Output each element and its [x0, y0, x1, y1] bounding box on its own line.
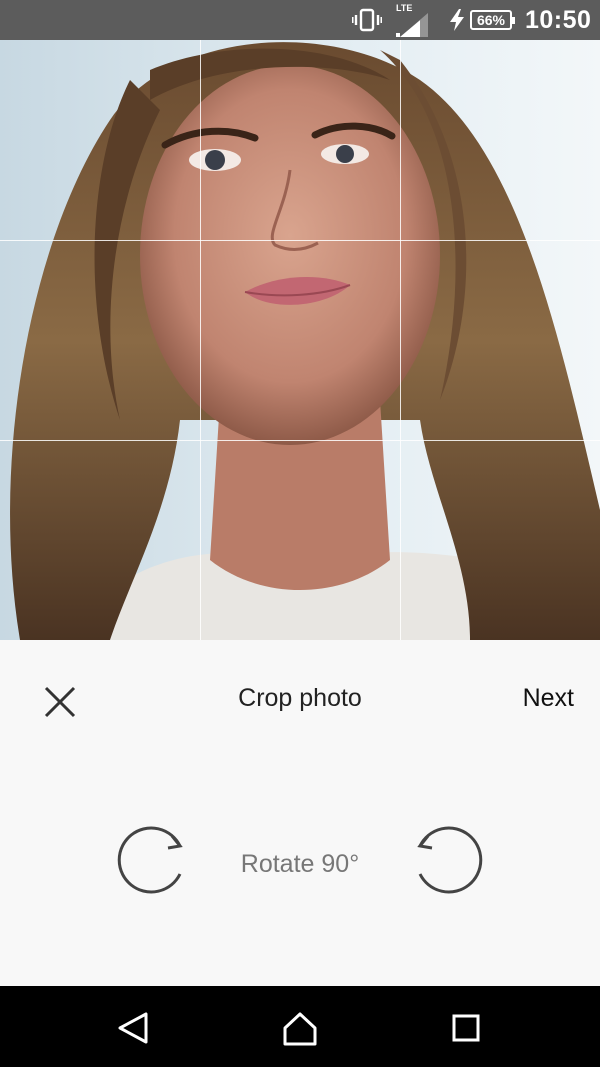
- crop-grid-line: [0, 240, 600, 241]
- home-icon: [283, 1012, 317, 1046]
- page-title: Crop photo: [238, 684, 362, 712]
- crop-photo-canvas[interactable]: [0, 40, 600, 640]
- home-button[interactable]: [280, 1008, 320, 1048]
- rotate-counterclockwise-button[interactable]: [412, 824, 484, 896]
- photo-image: [0, 40, 600, 640]
- rotate-controls: Rotate 90°: [0, 764, 600, 986]
- charging-icon: [450, 0, 464, 40]
- recents-button[interactable]: [446, 1008, 486, 1048]
- crop-grid-line: [200, 40, 201, 640]
- status-bar: LTE 66% 10:50: [0, 0, 600, 40]
- next-button[interactable]: Next: [523, 684, 574, 713]
- signal-icon: LTE: [396, 0, 428, 40]
- recents-icon: [452, 1014, 480, 1042]
- back-icon: [118, 1012, 148, 1044]
- clock: 10:50: [525, 5, 592, 34]
- rotate-label: Rotate 90°: [240, 850, 360, 878]
- crop-toolbar: Crop photo Next: [0, 640, 600, 764]
- back-button[interactable]: [114, 1008, 154, 1048]
- battery-icon: 66%: [470, 0, 515, 40]
- battery-percent: 66%: [470, 10, 515, 30]
- crop-grid-line: [0, 440, 600, 441]
- vibrate-icon: [352, 0, 382, 40]
- navigation-bar: [0, 986, 600, 1067]
- network-type: LTE: [396, 2, 413, 13]
- crop-grid-line: [400, 40, 401, 640]
- rotate-counterclockwise-icon: [417, 826, 483, 894]
